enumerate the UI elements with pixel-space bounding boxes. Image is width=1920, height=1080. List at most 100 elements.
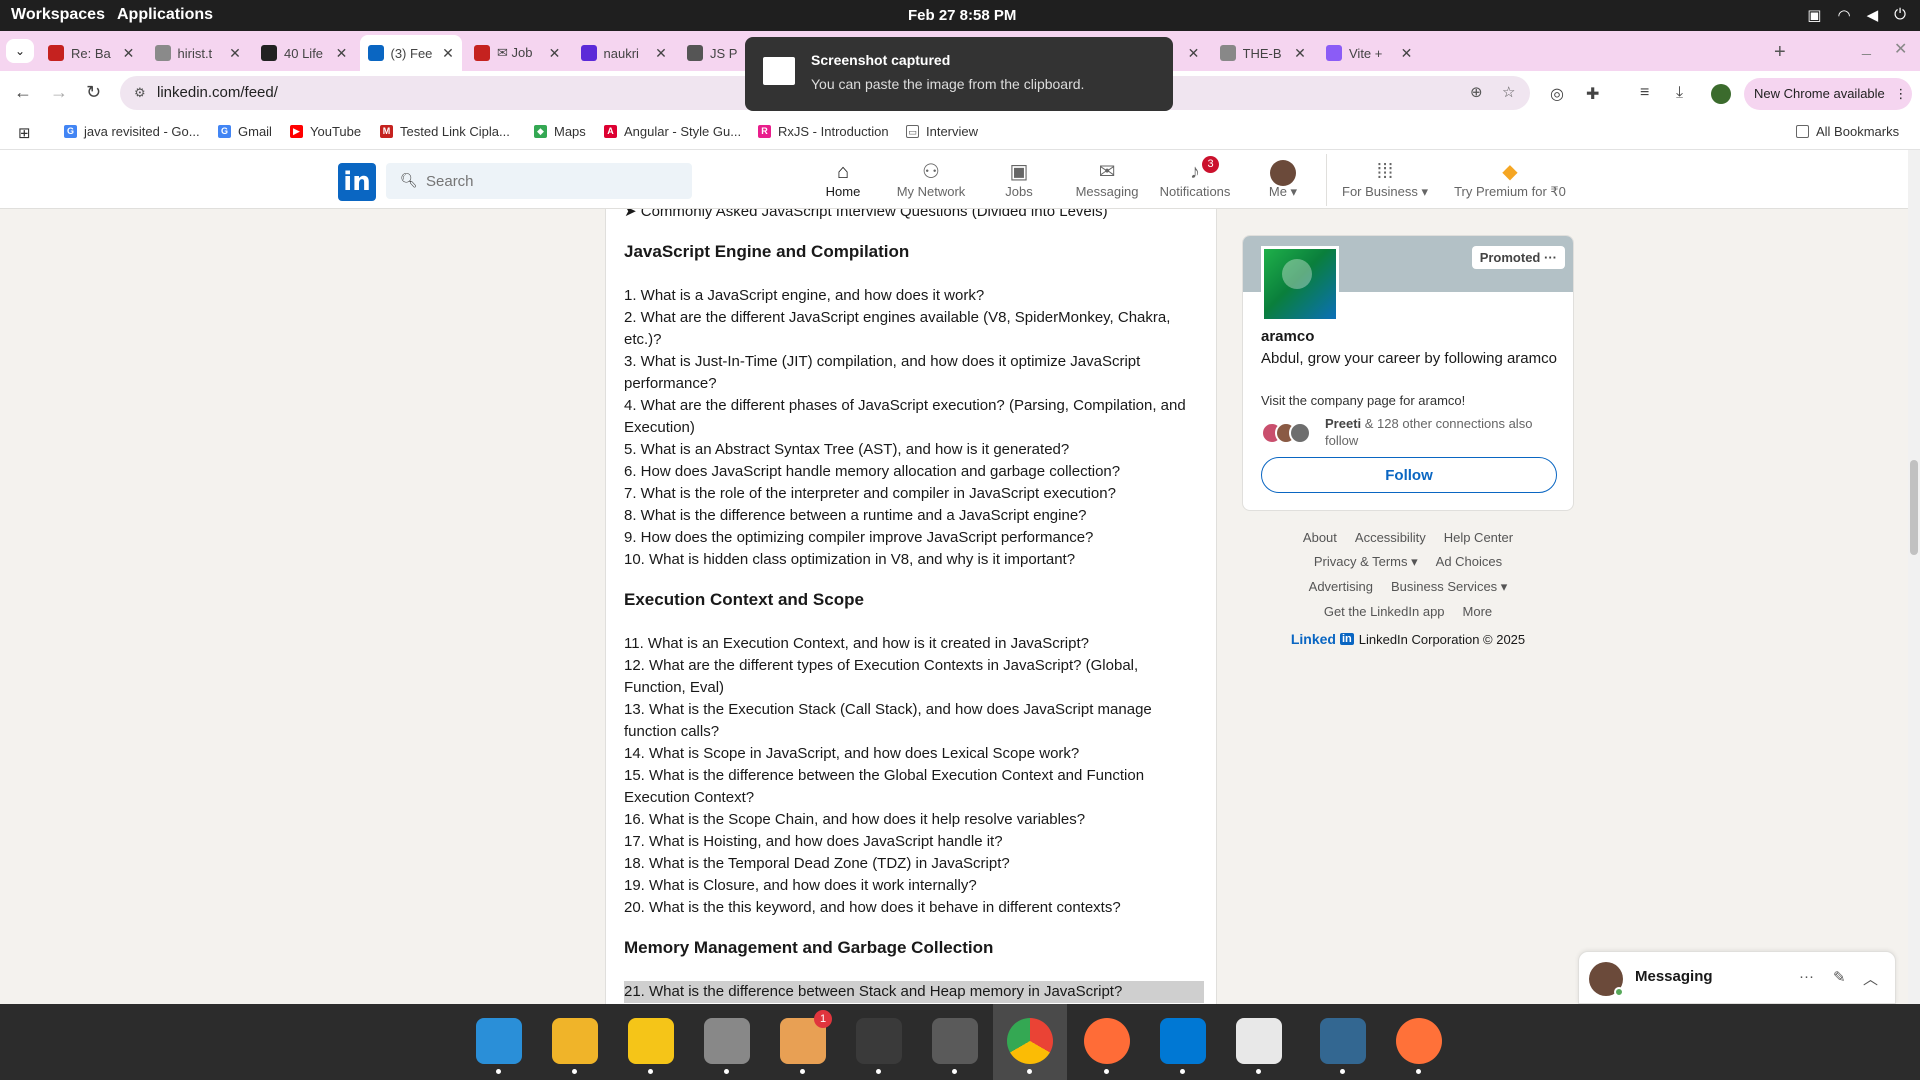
aramco-logo[interactable]	[1261, 246, 1339, 322]
postgresql-icon[interactable]	[1320, 1018, 1366, 1074]
bookmark-0[interactable]: Gjava revisited - Go...	[64, 124, 200, 139]
chevron-up-icon[interactable]: ︿	[1863, 968, 1878, 989]
promoted-ad-card[interactable]: Promoted ··· aramco Abdul, grow your car…	[1242, 235, 1574, 511]
nav-home[interactable]: ⌂ Home	[798, 160, 888, 212]
site-info-icon[interactable]: ⚙	[134, 85, 146, 101]
extension-icon[interactable]: ◎	[1550, 84, 1564, 104]
search-app-icon[interactable]	[476, 1018, 522, 1074]
tab-search-button[interactable]: ⌄	[6, 39, 34, 63]
tab-2[interactable]: 40 Life ✕	[253, 39, 356, 67]
document-viewer-icon[interactable]	[1236, 1018, 1282, 1074]
terminal-icon[interactable]	[856, 1018, 902, 1074]
bookmark-6[interactable]: R RxJS - Introduction	[758, 124, 889, 139]
messaging-overlay[interactable]: Messaging ··· ✎ ︿	[1578, 951, 1896, 1004]
vscode-icon[interactable]	[1160, 1018, 1206, 1074]
media-control-icon[interactable]: ≡	[1640, 84, 1649, 102]
company-name[interactable]: aramco	[1261, 328, 1314, 345]
tab-1[interactable]: hirist.t ✕	[147, 39, 250, 67]
follow-button[interactable]: Follow	[1261, 457, 1557, 493]
bookmark-2[interactable]: ▶ YouTube	[290, 124, 361, 139]
footer-link[interactable]: Ad Choices	[1436, 554, 1502, 570]
try-premium-link[interactable]: ◆ Try Premium for ₹0	[1448, 160, 1572, 200]
close-icon[interactable]: ✕	[653, 45, 669, 62]
download-icon[interactable]: ⤓	[1676, 84, 1683, 102]
system-clock[interactable]: Feb 27 8:58 PM	[908, 7, 1016, 24]
apps-grid-icon[interactable]: ⊞	[18, 124, 31, 142]
bookmark-4[interactable]: ◆ Maps	[534, 124, 586, 139]
messaging-label[interactable]: Messaging	[1635, 968, 1713, 985]
bookmark-5[interactable]: A Angular - Style Gu...	[604, 124, 741, 139]
tab-5[interactable]: naukri ✕	[573, 39, 676, 67]
url-text[interactable]: linkedin.com/feed/	[157, 84, 278, 101]
power-icon[interactable]: ⏻	[1894, 6, 1906, 24]
close-window-button[interactable]: ✕	[1894, 39, 1907, 59]
footer-link[interactable]: Business Services ▾	[1391, 579, 1507, 595]
wifi-icon[interactable]: ◠	[1837, 6, 1850, 24]
tab-4[interactable]: ✉ Job ✕	[466, 39, 569, 67]
search-input[interactable]	[426, 163, 676, 199]
zoom-icon[interactable]: ⊕	[1470, 83, 1483, 101]
firefox-icon[interactable]	[1396, 1018, 1442, 1074]
close-icon[interactable]: ✕	[440, 45, 456, 62]
footer-link[interactable]: Accessibility	[1355, 530, 1426, 545]
settings-icon[interactable]	[932, 1018, 978, 1074]
bookmark-3[interactable]: M Tested Link Cipla...	[380, 124, 510, 139]
footer-link[interactable]: Help Center	[1444, 530, 1513, 545]
profile-avatar[interactable]	[1711, 84, 1731, 104]
close-icon[interactable]: ✕	[1186, 45, 1202, 62]
postman-icon[interactable]	[1084, 1018, 1130, 1074]
scrollbar-thumb[interactable]	[1910, 460, 1918, 555]
nav-messaging[interactable]: ✉ Messaging	[1062, 160, 1152, 199]
workspaces-menu[interactable]: Workspaces	[11, 6, 105, 24]
bookmark-star-icon[interactable]: ☆	[1502, 83, 1515, 101]
nav-notifications[interactable]: ♪ 3 Notifications	[1150, 156, 1240, 199]
close-icon[interactable]: ✕	[1292, 45, 1308, 62]
new-chrome-available-button[interactable]: New Chrome available ⋮	[1744, 78, 1912, 110]
nav-me[interactable]: Me ▾	[1238, 160, 1328, 200]
footer-link[interactable]: About	[1303, 530, 1337, 545]
new-tab-button[interactable]: +	[1774, 41, 1786, 64]
compose-icon[interactable]: ✎	[1833, 968, 1846, 986]
window-manager-icon[interactable]	[552, 1018, 598, 1074]
nav-my-network[interactable]: ⚇ My Network	[886, 160, 976, 199]
for-business-menu[interactable]: ⁞⁞⁞ For Business ▾	[1340, 160, 1430, 200]
screenshot-notification[interactable]: Screenshot captured You can paste the im…	[745, 37, 1173, 111]
close-icon[interactable]: ✕	[121, 45, 137, 62]
footer-link[interactable]: Get the LinkedIn app	[1324, 604, 1445, 619]
promoted-label[interactable]: Promoted ···	[1471, 246, 1565, 269]
system-tray[interactable]: ▣ ◠ ◀ ⏻	[1807, 6, 1906, 24]
feed-post: ➤ Commonly Asked JavaScript Interview Qu…	[605, 209, 1217, 1004]
close-icon[interactable]: ✕	[227, 45, 243, 62]
linkedin-logo[interactable]: in	[338, 163, 376, 201]
file-manager-icon[interactable]	[704, 1018, 750, 1074]
display-icon[interactable]: ▣	[1807, 6, 1821, 24]
reload-button[interactable]: ↻	[86, 82, 101, 103]
forward-button[interactable]: →	[50, 82, 68, 103]
app-grid-icon[interactable]	[628, 1018, 674, 1074]
avatar-image	[1270, 160, 1296, 186]
close-icon[interactable]: ✕	[547, 45, 563, 62]
tab-0[interactable]: Re: Ba ✕	[40, 39, 143, 67]
tab-11[interactable]: THE-B ✕	[1212, 39, 1315, 67]
tab-3[interactable]: (3) Fee ✕	[359, 35, 462, 71]
bookmark-1[interactable]: G Gmail	[218, 124, 272, 139]
chrome-icon[interactable]	[1007, 1018, 1053, 1074]
all-bookmarks-button[interactable]: All Bookmarks	[1796, 124, 1899, 139]
nav-jobs[interactable]: ▣ Jobs	[974, 160, 1064, 199]
software-store-icon[interactable]: 1	[780, 1010, 832, 1074]
footer-link[interactable]: Advertising	[1309, 579, 1373, 595]
footer-link[interactable]: More	[1463, 604, 1493, 619]
close-icon[interactable]: ✕	[1399, 45, 1415, 62]
minimize-button[interactable]: _	[1862, 39, 1871, 57]
search-box[interactable]: 🔍︎	[386, 163, 692, 199]
footer-link[interactable]: Privacy & Terms ▾	[1314, 554, 1418, 570]
volume-icon[interactable]: ◀	[1867, 6, 1879, 24]
bookmark-7[interactable]: ▭ Interview	[906, 124, 978, 139]
back-button[interactable]: ←	[14, 82, 32, 103]
more-icon[interactable]: ···	[1799, 968, 1814, 985]
puzzle-icon[interactable]: ✚	[1586, 84, 1599, 104]
page-scrollbar[interactable]	[1908, 150, 1920, 1004]
tab-12[interactable]: Vite + ✕	[1318, 39, 1421, 67]
applications-menu[interactable]: Applications	[117, 6, 213, 24]
close-icon[interactable]: ✕	[334, 45, 350, 62]
